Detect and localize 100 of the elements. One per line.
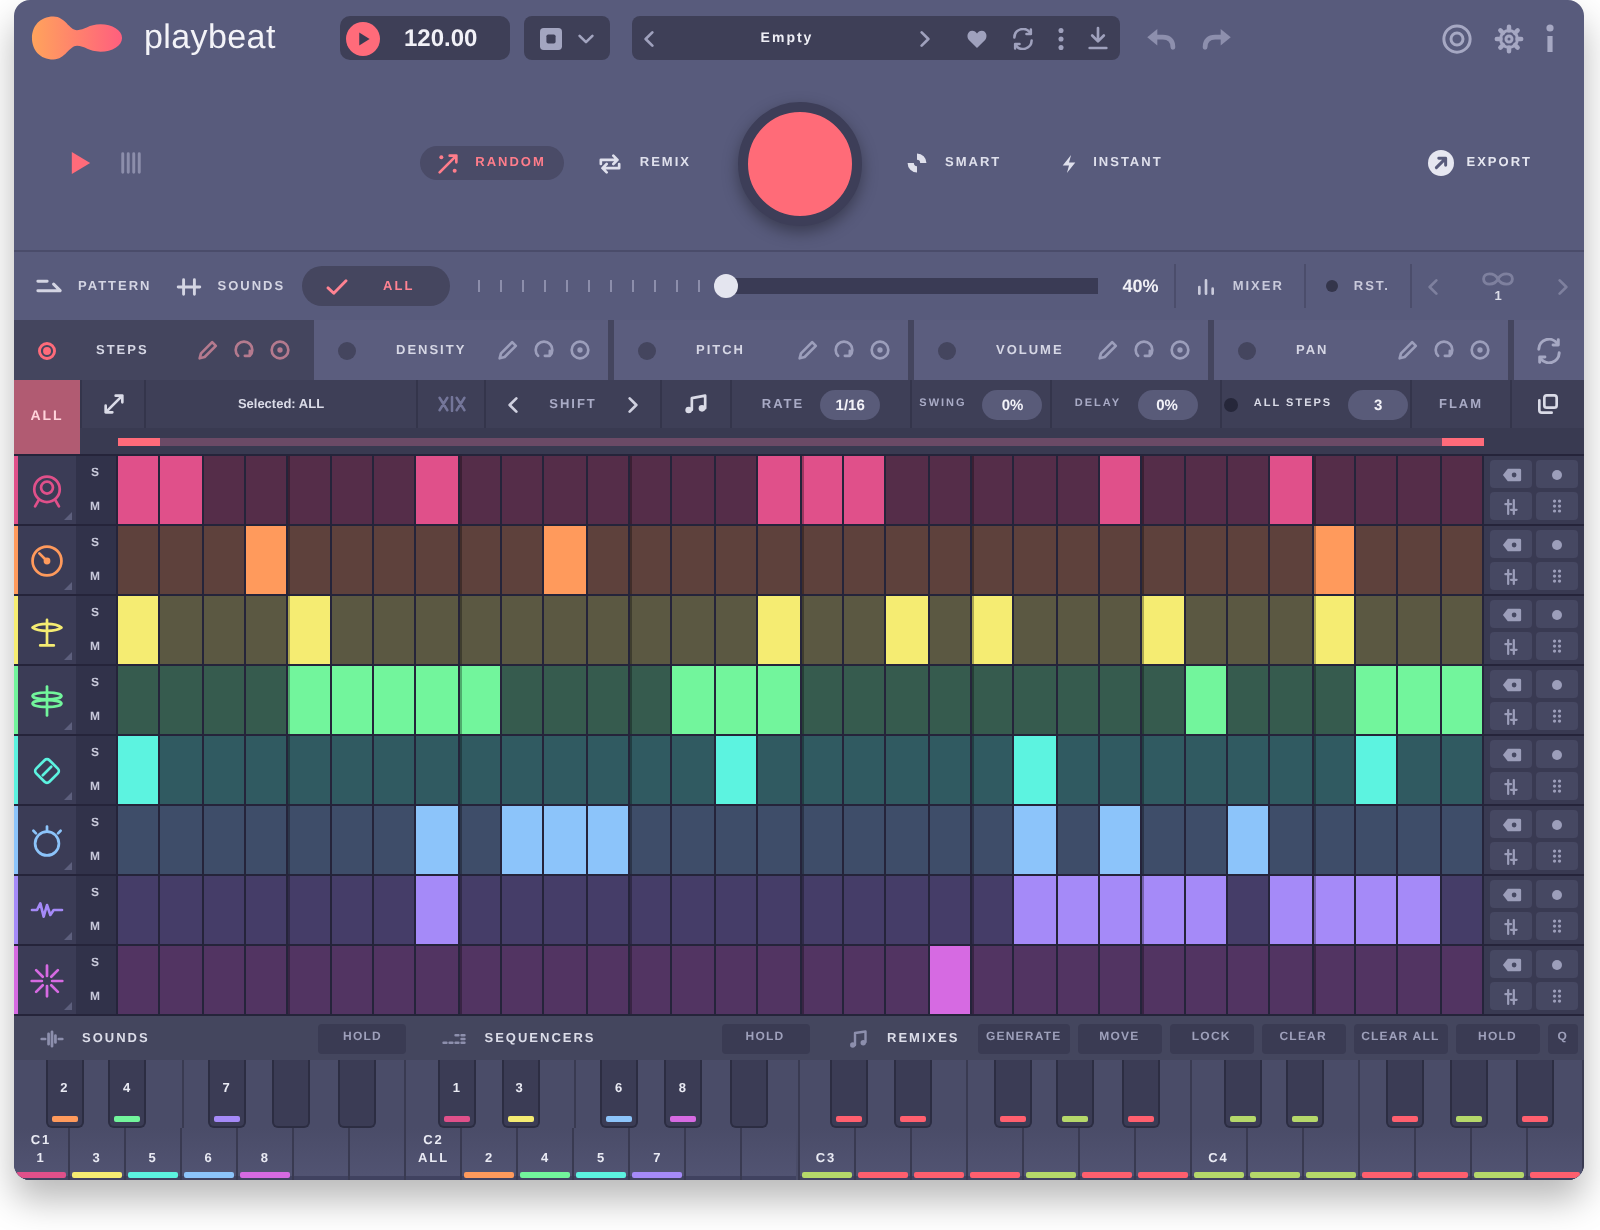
step-cell[interactable] — [246, 666, 287, 734]
pencil-icon[interactable] — [498, 340, 518, 360]
step-cell[interactable] — [1270, 456, 1312, 524]
step-cell[interactable] — [1441, 596, 1482, 664]
track-tool-button[interactable] — [1490, 600, 1532, 628]
step-cell[interactable] — [1355, 946, 1397, 1014]
step-cell[interactable] — [203, 806, 245, 874]
step-cell[interactable] — [1142, 596, 1184, 664]
track-tool-button[interactable] — [1490, 912, 1532, 940]
step-cell[interactable] — [1142, 806, 1184, 874]
step-cell[interactable] — [1185, 456, 1226, 524]
track-tool-button[interactable] — [1490, 842, 1532, 870]
toggle-dot-icon[interactable] — [1223, 397, 1238, 411]
piano-key[interactable] — [1515, 1060, 1554, 1128]
expand-icon[interactable] — [103, 394, 123, 414]
step-cell[interactable] — [1398, 806, 1440, 874]
step-cell[interactable] — [587, 666, 629, 734]
step-cell[interactable] — [1441, 736, 1482, 804]
step-cell[interactable] — [416, 946, 458, 1014]
step-cell[interactable] — [331, 806, 373, 874]
step-cell[interactable] — [203, 666, 245, 734]
step-cell[interactable] — [544, 736, 586, 804]
step-cell[interactable] — [502, 806, 543, 874]
piano-key[interactable] — [1122, 1060, 1161, 1128]
step-cell[interactable] — [1099, 736, 1141, 804]
step-cell[interactable] — [374, 806, 415, 874]
step-cell[interactable] — [1014, 736, 1056, 804]
piano-key[interactable] — [911, 1128, 968, 1180]
step-cell[interactable] — [1313, 596, 1354, 664]
piano-key[interactable] — [967, 1128, 1024, 1180]
step-cell[interactable] — [544, 806, 586, 874]
step-cell[interactable] — [630, 736, 671, 804]
loop-end-handle[interactable] — [1441, 437, 1484, 445]
infinity-icon[interactable] — [1480, 269, 1516, 287]
track-tool-button[interactable] — [1490, 702, 1532, 730]
step-cell[interactable] — [1142, 456, 1184, 524]
step-cell[interactable] — [502, 736, 543, 804]
step-cell[interactable] — [246, 946, 287, 1014]
circle-icon[interactable] — [570, 340, 590, 360]
step-cell[interactable] — [331, 456, 373, 524]
step-cell[interactable] — [971, 526, 1013, 594]
dropdown-button[interactable] — [524, 16, 610, 60]
step-cell[interactable] — [929, 946, 970, 1014]
step-cell[interactable] — [715, 806, 757, 874]
step-cell[interactable] — [886, 806, 928, 874]
step-cell[interactable] — [715, 596, 757, 664]
step-cell[interactable] — [160, 806, 202, 874]
step-cell[interactable] — [502, 526, 543, 594]
step-cell[interactable] — [1441, 946, 1482, 1014]
step-cell[interactable] — [1227, 876, 1269, 944]
step-cell[interactable] — [1355, 456, 1397, 524]
track-tool-button[interactable] — [1536, 632, 1578, 660]
step-cell[interactable] — [1398, 736, 1440, 804]
step-cell[interactable] — [118, 736, 159, 804]
step-cell[interactable] — [1057, 806, 1098, 874]
step-cell[interactable] — [502, 876, 543, 944]
step-cell[interactable] — [758, 876, 799, 944]
step-cell[interactable] — [672, 456, 714, 524]
track-tool-button[interactable] — [1490, 740, 1532, 768]
step-cell[interactable] — [118, 666, 159, 734]
circle-icon[interactable] — [1170, 340, 1190, 360]
play-icon[interactable] — [70, 150, 92, 176]
step-cell[interactable] — [1270, 946, 1312, 1014]
step-cell[interactable] — [929, 736, 970, 804]
step-cell[interactable] — [801, 666, 842, 734]
step-cell[interactable] — [801, 526, 842, 594]
track-tool-button[interactable] — [1536, 562, 1578, 590]
piano-key[interactable] — [893, 1060, 932, 1128]
step-cell[interactable] — [1313, 876, 1354, 944]
step-cell[interactable] — [1142, 876, 1184, 944]
circle-icon[interactable] — [270, 340, 290, 360]
circular-arrow-icon[interactable] — [534, 340, 554, 360]
refresh-button[interactable] — [1514, 320, 1584, 380]
track-tool-button[interactable] — [1490, 982, 1532, 1010]
step-cell[interactable] — [1185, 806, 1226, 874]
step-cell[interactable] — [1270, 526, 1312, 594]
step-cell[interactable] — [1099, 596, 1141, 664]
step-cell[interactable] — [672, 526, 714, 594]
step-cell[interactable] — [843, 806, 885, 874]
step-cell[interactable] — [203, 456, 245, 524]
step-cell[interactable] — [459, 806, 501, 874]
mirror-icon[interactable] — [437, 396, 465, 412]
step-cell[interactable] — [971, 806, 1013, 874]
piano-key[interactable] — [1223, 1060, 1262, 1128]
step-cell[interactable] — [1441, 806, 1482, 874]
step-cell[interactable] — [1099, 666, 1141, 734]
step-cell[interactable] — [1355, 806, 1397, 874]
step-cell[interactable] — [1142, 736, 1184, 804]
step-cell[interactable] — [843, 666, 885, 734]
step-cell[interactable] — [1441, 526, 1482, 594]
step-cell[interactable] — [160, 596, 202, 664]
track-tool-button[interactable] — [1490, 632, 1532, 660]
piano-key[interactable] — [1023, 1128, 1080, 1180]
circular-arrow-icon[interactable] — [1134, 340, 1154, 360]
track-tool-button[interactable] — [1536, 460, 1578, 488]
more-icon[interactable] — [1058, 27, 1064, 49]
piano-key[interactable] — [1359, 1128, 1416, 1180]
pencil-icon[interactable] — [1398, 340, 1418, 360]
step-cell[interactable] — [715, 456, 757, 524]
step-cell[interactable] — [1398, 946, 1440, 1014]
